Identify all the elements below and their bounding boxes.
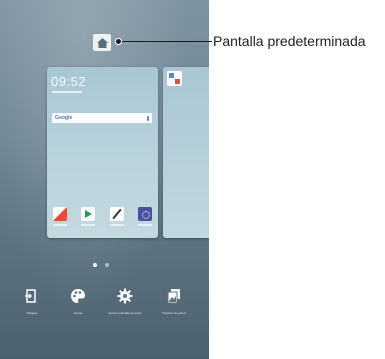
- home-settings-button[interactable]: Ajustes pantalla de inicio: [103, 283, 147, 343]
- set-default-home-button[interactable]: [93, 34, 111, 51]
- preview-app-label: [109, 224, 124, 226]
- contacts-icon: [53, 207, 67, 221]
- widgets-label: Widgets: [26, 311, 38, 315]
- folder-icon: [167, 71, 182, 86]
- callout-label: Pantalla predeterminada: [213, 33, 366, 49]
- preview-app-label: [81, 224, 96, 226]
- widgets-icon: [25, 289, 36, 303]
- settings-gear-icon: [117, 288, 133, 304]
- home-screen-preview-page-2[interactable]: [163, 67, 209, 238]
- wallpapers-label: Papeles de pared: [162, 311, 186, 315]
- callout-marker: [115, 38, 122, 45]
- home-icon: [96, 37, 108, 48]
- callout-line: [118, 41, 212, 42]
- preview-app-row: [53, 207, 152, 221]
- preview-search-bar: Google: [52, 113, 152, 123]
- mic-icon: [147, 115, 149, 121]
- wallpaper-icon: [167, 289, 180, 304]
- home-screen-edit-view: 09:52 Google Widgets Temas Ajustes panta…: [0, 0, 209, 359]
- page-dot-active: [93, 263, 97, 267]
- preview-clock: 09:52: [51, 74, 87, 89]
- pen-icon: [109, 207, 124, 221]
- play-store-icon: [81, 207, 96, 221]
- home-screen-preview-page-1[interactable]: 09:52 Google: [47, 67, 158, 238]
- preview-app-labels: [53, 224, 152, 226]
- widgets-button[interactable]: Widgets: [10, 283, 54, 343]
- home-settings-label: Ajustes pantalla de inicio: [108, 311, 142, 315]
- settings-icon: [137, 207, 152, 221]
- themes-button[interactable]: Temas: [56, 283, 100, 343]
- preview-search-brand: Google: [55, 115, 73, 121]
- themes-label: Temas: [73, 311, 83, 315]
- page-indicator: [93, 263, 109, 267]
- page-dot: [105, 263, 109, 267]
- preview-app-label: [137, 224, 152, 226]
- preview-app-label: [53, 224, 67, 226]
- theme-palette-icon: [71, 289, 85, 303]
- preview-date-line: [52, 91, 82, 93]
- wallpapers-button[interactable]: Papeles de pared: [152, 283, 196, 343]
- edit-menu-bar: Widgets Temas Ajustes pantalla de inicio…: [0, 283, 209, 343]
